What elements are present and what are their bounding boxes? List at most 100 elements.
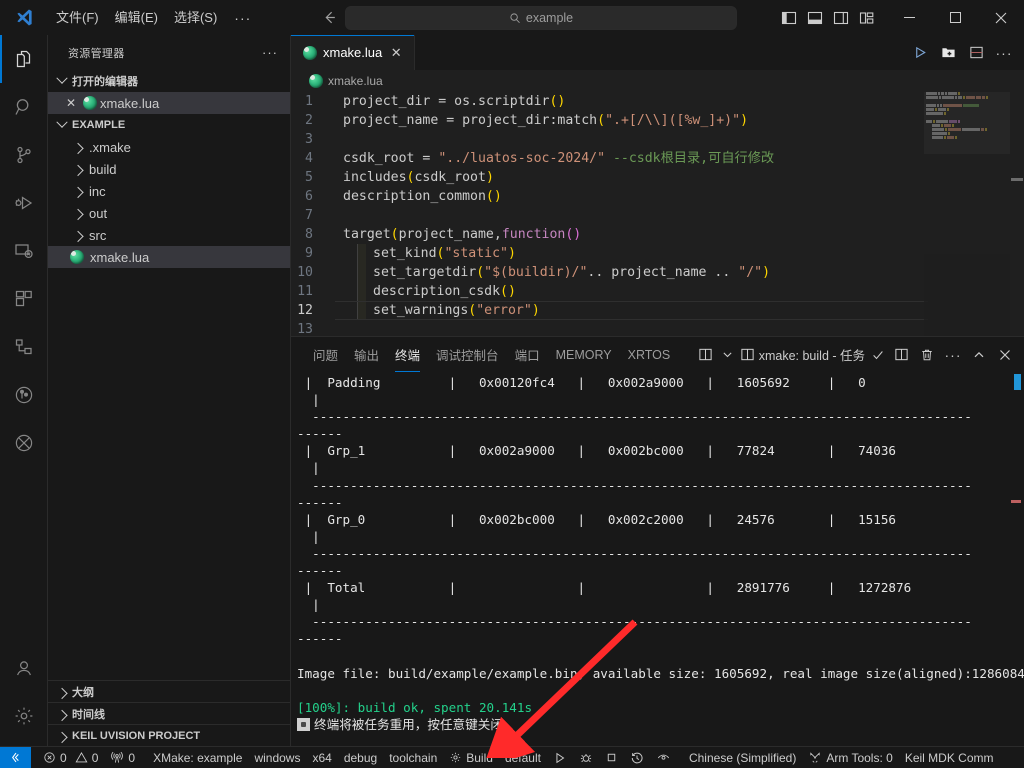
code-text: description_common() (343, 189, 502, 204)
more-actions-icon[interactable]: ··· (940, 341, 966, 369)
status-arm-tools[interactable]: Arm Tools: 0 (802, 747, 898, 768)
status-default-target[interactable]: default (499, 747, 547, 768)
section-workspace[interactable]: EXAMPLE (48, 114, 290, 136)
chevron-down-icon[interactable] (719, 341, 737, 369)
open-editor-item-xmake-lua[interactable]: ✕ xmake.lua (48, 92, 290, 114)
activitybar-item-accounts[interactable] (0, 644, 48, 692)
status-run-icon[interactable] (547, 747, 573, 768)
status-keil-mdk[interactable]: Keil MDK Comm (899, 747, 1000, 768)
chevron-down-icon (54, 116, 70, 133)
section-timeline[interactable]: 时间线 (48, 702, 290, 724)
terminal-scrollbar-thumb[interactable] (1014, 374, 1021, 390)
panel-tab-bar: 问题 输出 终端 调试控制台 端口 MEMORY XRTOS xmake: bu… (291, 337, 1024, 372)
terminal-scrollbar[interactable] (1011, 372, 1022, 746)
status-xmake-project[interactable]: XMake: example (147, 747, 248, 768)
customize-layout-icon[interactable] (854, 5, 880, 31)
line-number: 13 (297, 322, 313, 336)
chevron-up-icon[interactable] (966, 341, 992, 369)
split-panel-icon[interactable] (888, 341, 914, 369)
line-number: 9 (305, 246, 313, 261)
status-history-icon[interactable] (624, 747, 650, 768)
status-build-button[interactable]: Build (443, 747, 499, 768)
section-outline[interactable]: 大纲 (48, 680, 290, 702)
tree-item-xmake-folder[interactable]: .xmake (48, 136, 290, 158)
status-stop-icon[interactable] (599, 747, 624, 768)
tree-item-label: src (89, 227, 107, 243)
more-actions-icon[interactable]: ··· (990, 39, 1018, 67)
editor-scrollbar[interactable] (1010, 92, 1024, 336)
toggle-panel-icon[interactable] (802, 5, 828, 31)
activitybar-item-search[interactable] (0, 83, 48, 131)
tab-ports[interactable]: 端口 (507, 337, 548, 372)
remote-indicator[interactable] (0, 747, 31, 768)
status-language[interactable]: Chinese (Simplified) (683, 747, 802, 768)
activitybar-item-remote-explorer[interactable] (0, 227, 48, 275)
code-editor[interactable]: 1 project_dir = os.scriptdir() 2 project_na… (291, 92, 1024, 336)
open-editor-label: xmake.lua (100, 95, 160, 111)
window-maximize-button[interactable] (932, 0, 978, 35)
activitybar-item-run-and-debug[interactable] (0, 179, 48, 227)
tab-xmake-lua[interactable]: xmake.lua ✕ (291, 35, 416, 70)
status-eye-icon[interactable] (650, 747, 677, 768)
close-icon[interactable]: ✕ (62, 96, 80, 110)
lua-file-icon (83, 96, 97, 110)
panel-actions: xmake: build - 任务 ··· (693, 341, 1024, 369)
window-close-button[interactable] (978, 0, 1024, 35)
run-icon[interactable] (906, 39, 934, 67)
breadcrumb[interactable]: xmake.lua (291, 70, 1024, 92)
tab-memory[interactable]: MEMORY (548, 337, 620, 372)
close-icon[interactable] (992, 341, 1018, 369)
minimap-viewport[interactable] (924, 92, 1010, 154)
error-count: 0 (60, 750, 67, 765)
activitybar-item-gitlens[interactable] (0, 371, 48, 419)
terminal-line: ----------------------------------------… (297, 614, 972, 630)
toggle-secondary-sidebar-icon[interactable] (828, 5, 854, 31)
code-line: 2 project_name = project_dir:match(".+[/\… (291, 111, 1024, 130)
section-open-editors[interactable]: 打开的编辑器 (48, 70, 290, 92)
tab-problems[interactable]: 问题 (305, 337, 346, 372)
activitybar-item-project-manager[interactable] (0, 323, 48, 371)
tab-terminal[interactable]: 终端 (387, 337, 428, 372)
menu-file[interactable]: 文件(F) (48, 5, 107, 30)
minimap[interactable] (924, 92, 1010, 336)
tree-item-xmake-lua-file[interactable]: xmake.lua (48, 246, 290, 268)
status-problems[interactable]: 0 0 (37, 747, 104, 768)
activitybar-item-extensions[interactable] (0, 275, 48, 323)
lua-file-icon (303, 45, 317, 60)
tree-item-inc-folder[interactable]: inc (48, 180, 290, 202)
arrow-left-icon[interactable] (319, 8, 339, 28)
split-terminal-icon[interactable] (693, 341, 719, 369)
status-toolchain[interactable]: toolchain (383, 747, 443, 768)
tab-debug-console[interactable]: 调试控制台 (428, 337, 507, 372)
activitybar-item-source-control[interactable] (0, 131, 48, 179)
activitybar-item-embedded-tools[interactable] (0, 419, 48, 467)
status-platform[interactable]: windows (248, 747, 306, 768)
indent-guide (357, 282, 366, 301)
section-keil-uvision-project[interactable]: KEIL UVISION PROJECT (48, 724, 290, 746)
status-debug-icon[interactable] (573, 747, 599, 768)
activitybar-item-explorer[interactable] (0, 35, 48, 83)
tab-output[interactable]: 输出 (346, 337, 387, 372)
tree-item-src-folder[interactable]: src (48, 224, 290, 246)
title-bar: 文件(F) 编辑(E) 选择(S) ··· example (0, 0, 1024, 35)
window-minimize-button[interactable] (886, 0, 932, 35)
activitybar-item-settings[interactable] (0, 692, 48, 740)
toggle-primary-sidebar-icon[interactable] (776, 5, 802, 31)
menu-selection[interactable]: 选择(S) (166, 5, 225, 30)
tab-close-icon[interactable]: ✕ (388, 45, 404, 61)
trash-icon[interactable] (914, 341, 940, 369)
terminal-output[interactable]: | Padding | 0x00120fc4 | 0x002a9000 | 16… (291, 372, 1024, 746)
tab-xrtos[interactable]: XRTOS (620, 337, 679, 372)
sidebar-more-actions-icon[interactable]: ··· (262, 45, 278, 60)
tree-item-out-folder[interactable]: out (48, 202, 290, 224)
status-radio-tower[interactable]: 0 (104, 747, 141, 768)
status-architecture[interactable]: x64 (306, 747, 337, 768)
new-folder-icon[interactable] (934, 39, 962, 67)
terminal-instance[interactable]: xmake: build - 任务 (737, 341, 868, 369)
tree-item-build-folder[interactable]: build (48, 158, 290, 180)
menu-overflow[interactable]: ··· (225, 7, 260, 29)
command-center[interactable]: example (345, 6, 737, 30)
menu-edit[interactable]: 编辑(E) (107, 5, 166, 30)
status-build-mode[interactable]: debug (338, 747, 383, 768)
split-editor-icon[interactable] (962, 39, 990, 67)
